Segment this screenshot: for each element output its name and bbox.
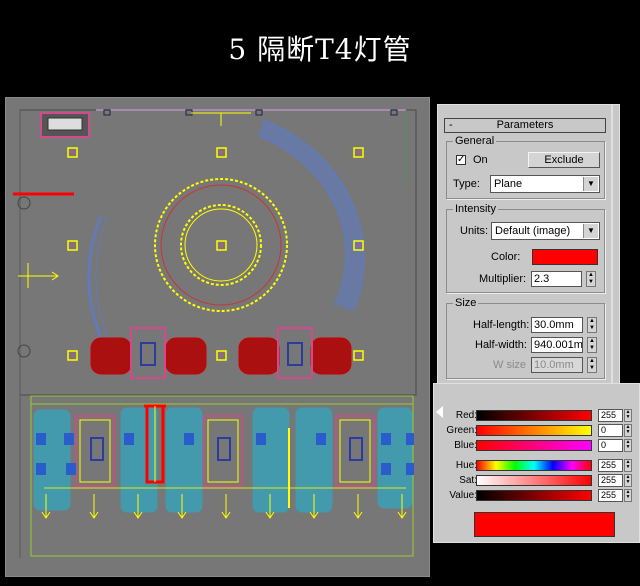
value-spinner-icon[interactable]: ▲ ▼	[624, 489, 632, 502]
dining-set-right	[238, 327, 352, 379]
green-value-field[interactable]: 0	[598, 424, 623, 437]
chevron-down-icon[interactable]: ▼	[583, 177, 598, 191]
half-length-spinner-icon[interactable]: ▲ ▼	[587, 317, 597, 333]
green-row: Green: 0 ▲ ▼	[434, 424, 640, 438]
hue-label: Hue:	[455, 460, 477, 471]
multiplier-spinner-icon[interactable]: ▲ ▼	[586, 271, 596, 287]
green-spinner-icon[interactable]: ▲ ▼	[624, 424, 632, 437]
type-label: Type:	[453, 178, 480, 190]
general-group-label: General	[453, 134, 497, 148]
color-label: Color:	[491, 251, 521, 263]
w-size-spinner-icon: ▲ ▼	[587, 357, 597, 373]
color-swatch[interactable]	[532, 249, 598, 265]
red-gradient-slider[interactable]	[476, 410, 592, 421]
blue-gradient-slider[interactable]	[476, 440, 592, 451]
checkmark-icon: ✓	[457, 154, 466, 165]
intensity-group: Intensity Units: Default (image) ▼ Color…	[446, 202, 605, 293]
w-size-field: 10.0mm	[531, 357, 583, 373]
red-row: Red: 255 ▲ ▼	[434, 409, 640, 423]
value-value-field[interactable]: 255	[598, 489, 623, 502]
half-length-label: Half-length:	[473, 319, 530, 331]
sat-spinner-icon[interactable]: ▲ ▼	[624, 474, 632, 487]
color-picker: Red: 255 ▲ ▼ Green: 0 ▲ ▼ Blue: 0 ▲ ▼ Hue: …	[433, 383, 640, 543]
half-width-field[interactable]: 940.001m	[531, 337, 583, 353]
half-width-label: Half-width:	[475, 339, 527, 351]
general-group: General ✓ On Exclude Type: Plane ▼	[446, 134, 605, 199]
hue-gradient-slider[interactable]	[476, 460, 592, 471]
blue-label: Blue:	[454, 440, 477, 451]
sat-gradient-slider[interactable]	[476, 475, 592, 486]
type-value: Plane	[494, 178, 523, 190]
red-label: Red:	[455, 410, 477, 421]
red-value-field[interactable]: 255	[598, 409, 623, 422]
units-value: Default (image)	[495, 225, 571, 237]
dining-set-left	[90, 327, 207, 379]
parameters-panel: - Parameters General ✓ On Exclude Type: …	[437, 104, 612, 386]
intensity-group-label: Intensity	[453, 202, 498, 216]
half-width-spinner-icon[interactable]: ▲ ▼	[587, 337, 597, 353]
green-label: Green:	[446, 425, 477, 436]
sat-label: Sat:	[459, 475, 477, 486]
hue-value-field[interactable]: 255	[598, 459, 623, 472]
multiplier-label: Multiplier:	[479, 273, 527, 285]
sat-value-field[interactable]: 255	[598, 474, 623, 487]
blue-spinner-icon[interactable]: ▲ ▼	[624, 439, 632, 452]
value-gradient-slider[interactable]	[476, 490, 592, 501]
value-row: Value: 255 ▲ ▼	[434, 489, 640, 503]
parameters-rollout-header[interactable]: - Parameters	[444, 118, 606, 133]
on-label: On	[473, 154, 488, 166]
blue-row: Blue: 0 ▲ ▼	[434, 439, 640, 453]
multiplier-field[interactable]: 2.3	[531, 271, 582, 287]
green-gradient-slider[interactable]	[476, 425, 592, 436]
top-viewport[interactable]	[5, 97, 430, 577]
slide-title: 5 隔断T4灯管	[228, 33, 412, 66]
value-label: Value:	[449, 490, 477, 501]
rollout-title: Parameters	[496, 119, 554, 131]
on-checkbox[interactable]: ✓	[456, 155, 466, 165]
blue-value-field[interactable]: 0	[598, 439, 623, 452]
panel-scrollbar[interactable]	[612, 104, 620, 386]
red-spinner-icon[interactable]: ▲ ▼	[624, 409, 632, 422]
w-size-label: W size	[493, 359, 526, 371]
exclude-button[interactable]: Exclude	[528, 152, 600, 168]
units-dropdown[interactable]: Default (image) ▼	[491, 222, 600, 240]
units-label: Units:	[460, 225, 489, 237]
size-group: Size Half-length: 30.0mm ▲ ▼ Half-width: …	[446, 296, 605, 379]
hue-spinner-icon[interactable]: ▲ ▼	[624, 459, 632, 472]
type-dropdown[interactable]: Plane ▼	[490, 175, 600, 193]
floor-plan-drawing	[13, 109, 417, 558]
chevron-down-icon[interactable]: ▼	[583, 224, 598, 238]
hue-row: Hue: 255 ▲ ▼	[434, 459, 640, 473]
sat-row: Sat: 255 ▲ ▼	[434, 474, 640, 488]
half-length-field[interactable]: 30.0mm	[531, 317, 583, 333]
size-group-label: Size	[453, 296, 479, 310]
color-preview-swatch	[474, 512, 615, 537]
